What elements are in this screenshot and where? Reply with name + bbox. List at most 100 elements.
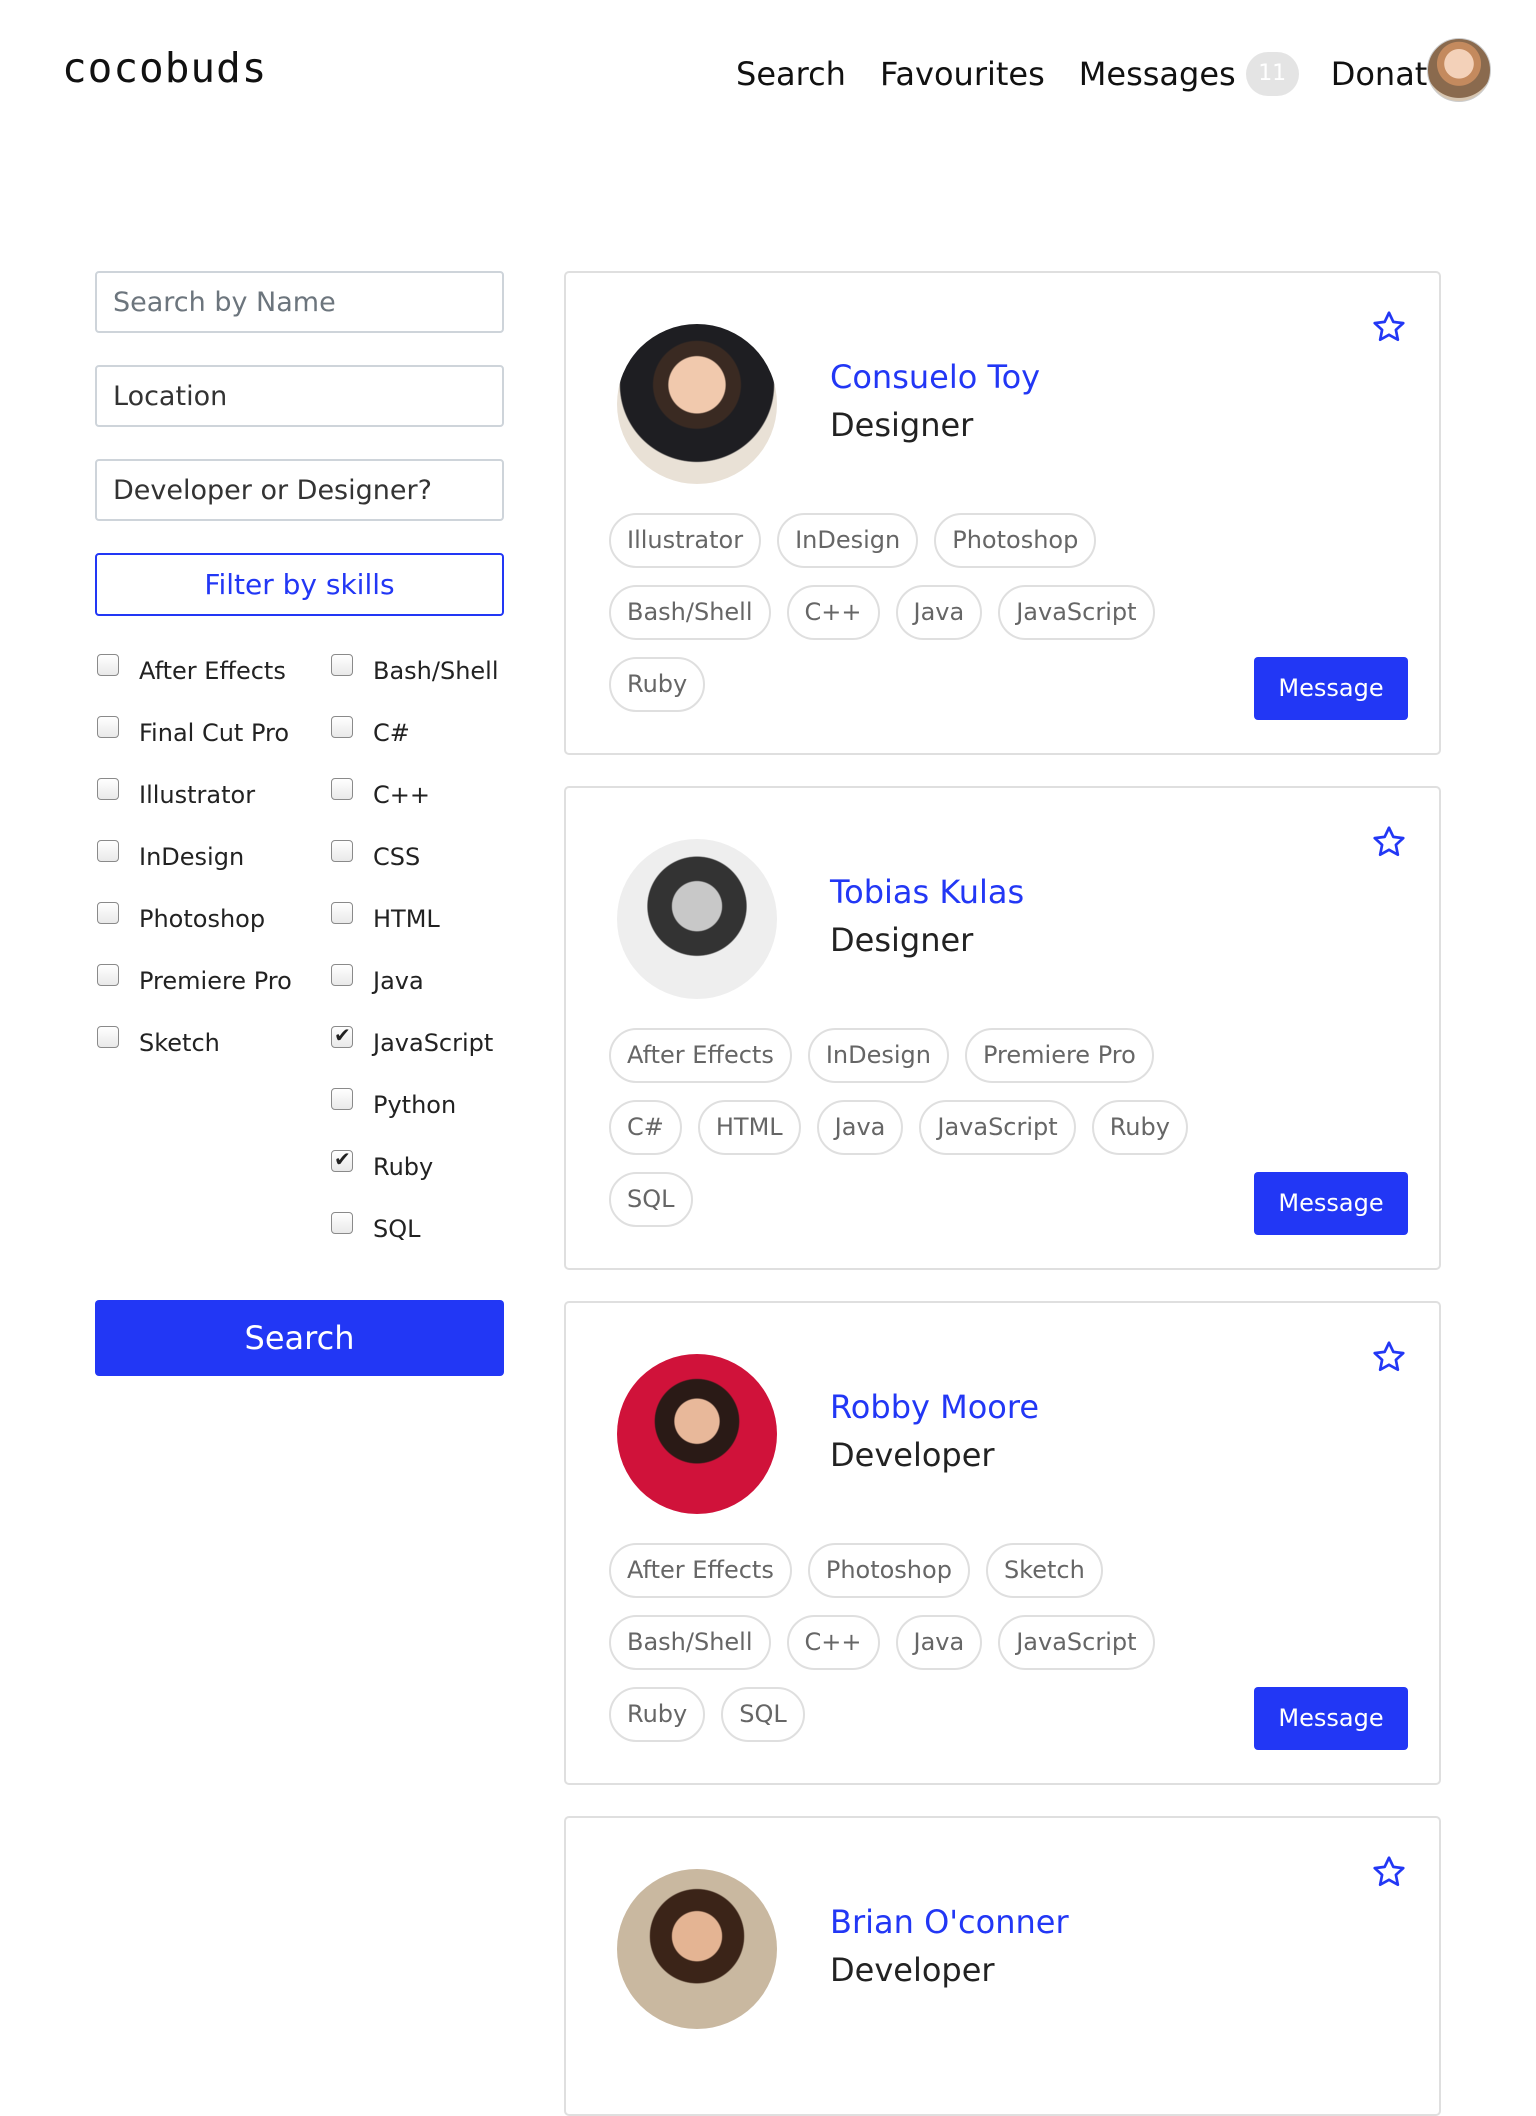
top-nav: cocobuds Search Favourites Messages 11 D… bbox=[0, 0, 1536, 150]
skill-checkbox[interactable] bbox=[331, 1212, 353, 1234]
skill-checkbox-row[interactable]: After Effects bbox=[97, 654, 292, 716]
skill-checkbox[interactable] bbox=[97, 902, 119, 924]
skill-checkbox-row[interactable]: Final Cut Pro bbox=[97, 716, 292, 778]
skill-tag: Ruby bbox=[1091, 1100, 1188, 1155]
skill-tag: C++ bbox=[786, 1615, 880, 1670]
skill-checkbox[interactable] bbox=[97, 964, 119, 986]
skill-checkbox[interactable] bbox=[331, 902, 353, 924]
skill-tag-row: Bash/Shell C++ Java JavaScript bbox=[609, 585, 1229, 657]
skill-checkbox[interactable] bbox=[331, 840, 353, 862]
skill-tag-row: Bash/Shell C++ Java JavaScript bbox=[609, 1615, 1229, 1687]
skill-tag-row: C# HTML Java JavaScript Ruby bbox=[609, 1100, 1229, 1172]
skill-checkbox-row[interactable]: Java bbox=[331, 964, 499, 1026]
favourite-star-icon[interactable] bbox=[1371, 824, 1407, 860]
skill-tag: JavaScript bbox=[998, 1615, 1155, 1670]
skill-checkbox-row[interactable]: Illustrator bbox=[97, 778, 292, 840]
skill-checkbox-row[interactable]: C# bbox=[331, 716, 499, 778]
profile-name[interactable]: Brian O'conner bbox=[830, 1903, 1069, 1941]
skill-checkbox[interactable] bbox=[331, 1147, 353, 1172]
skill-checkbox-row[interactable]: SQL bbox=[331, 1212, 499, 1274]
skill-checkbox-label: InDesign bbox=[139, 843, 245, 871]
profile-name[interactable]: Tobias Kulas bbox=[830, 873, 1024, 911]
favourite-star-icon[interactable] bbox=[1371, 309, 1407, 345]
skill-checkbox-label: Final Cut Pro bbox=[139, 719, 290, 747]
skill-checkbox-row[interactable]: JavaScript bbox=[331, 1023, 499, 1088]
skill-checkbox[interactable] bbox=[331, 964, 353, 986]
profile-avatar bbox=[617, 839, 777, 999]
skill-checkbox-label: Photoshop bbox=[139, 905, 266, 933]
skill-checkbox-label: Premiere Pro bbox=[139, 967, 292, 995]
skill-tag: Photoshop bbox=[934, 513, 1097, 568]
skill-checkbox[interactable] bbox=[331, 716, 353, 738]
profile-role: Developer bbox=[830, 1951, 995, 1989]
skill-checkbox[interactable] bbox=[97, 654, 119, 676]
filter-by-skills-button[interactable]: Filter by skills bbox=[95, 553, 504, 616]
skill-checkbox-label: CSS bbox=[373, 843, 421, 871]
profile-name[interactable]: Consuelo Toy bbox=[830, 358, 1040, 396]
logo[interactable]: cocobuds bbox=[62, 48, 267, 89]
skill-checkbox-row[interactable]: Photoshop bbox=[97, 902, 292, 964]
search-button[interactable]: Search bbox=[95, 1300, 504, 1376]
skill-checkbox-label: Ruby bbox=[373, 1153, 434, 1181]
skill-checkbox-label: Python bbox=[373, 1091, 457, 1119]
nav-favourites-link[interactable]: Favourites bbox=[880, 53, 1045, 95]
skill-tag-row: After Effects Photoshop Sketch bbox=[609, 1543, 1229, 1615]
skill-checkbox-label: HTML bbox=[373, 905, 440, 933]
skill-checkbox[interactable] bbox=[97, 716, 119, 738]
role-input[interactable] bbox=[95, 459, 504, 521]
profile-name[interactable]: Robby Moore bbox=[830, 1388, 1039, 1426]
skill-checkbox[interactable] bbox=[97, 840, 119, 862]
skill-tag: Ruby bbox=[609, 657, 706, 712]
skill-checkbox-row[interactable]: Python bbox=[331, 1088, 499, 1150]
name-search-input[interactable] bbox=[95, 271, 504, 333]
profile-role: Designer bbox=[830, 406, 974, 444]
skill-checkbox-row[interactable]: CSS bbox=[331, 840, 499, 902]
skill-checkbox[interactable] bbox=[331, 1088, 353, 1110]
skill-checkbox-row[interactable]: C++ bbox=[331, 778, 499, 840]
skill-checkbox[interactable] bbox=[97, 1026, 119, 1048]
skill-checkbox[interactable] bbox=[97, 778, 119, 800]
skill-tag: Java bbox=[816, 1100, 904, 1155]
skill-checkbox-label: Illustrator bbox=[139, 781, 256, 809]
skill-tag: Java bbox=[895, 585, 983, 640]
favourite-star-icon[interactable] bbox=[1371, 1339, 1407, 1375]
skill-tag-row: Illustrator InDesign Photoshop bbox=[609, 513, 1229, 585]
skill-tags: After Effects Photoshop Sketch Bash/Shell C+… bbox=[609, 1543, 1229, 1759]
message-button[interactable]: Message bbox=[1254, 657, 1408, 720]
message-button[interactable]: Message bbox=[1254, 1687, 1408, 1750]
skill-tag: C# bbox=[609, 1100, 682, 1155]
skill-tag: SQL bbox=[609, 1172, 693, 1227]
nav-search-link[interactable]: Search bbox=[736, 53, 846, 95]
skill-checkbox[interactable] bbox=[331, 778, 353, 800]
profile-card: Tobias Kulas Designer After Effects InDesig… bbox=[564, 786, 1441, 1270]
skill-checkbox-row[interactable]: Sketch bbox=[97, 1026, 292, 1088]
profile-card: Robby Moore Developer After Effects Photosh… bbox=[564, 1301, 1441, 1785]
skill-tag: Java bbox=[895, 1615, 983, 1670]
skill-checkbox-row[interactable]: HTML bbox=[331, 902, 499, 964]
location-input[interactable] bbox=[95, 365, 504, 427]
nav-messages-link[interactable]: Messages 11 bbox=[1079, 52, 1331, 96]
favourite-star-icon[interactable] bbox=[1371, 1854, 1407, 1890]
skill-tag-row: SQL bbox=[609, 1172, 1229, 1244]
skill-checkbox-row[interactable]: InDesign bbox=[97, 840, 292, 902]
skill-checkbox-label: Sketch bbox=[139, 1029, 220, 1057]
skill-checkbox-label: After Effects bbox=[139, 657, 286, 685]
skill-checkbox-label: Bash/Shell bbox=[373, 657, 499, 685]
skill-checkbox-label: SQL bbox=[373, 1215, 421, 1243]
profile-avatar bbox=[617, 1354, 777, 1514]
profile-avatar bbox=[617, 324, 777, 484]
skill-checkbox[interactable] bbox=[331, 654, 353, 676]
skill-checkbox-row[interactable]: Bash/Shell bbox=[331, 654, 499, 716]
skill-checkbox-row[interactable]: Premiere Pro bbox=[97, 964, 292, 1026]
skill-tags: After Effects InDesign Premiere Pro C# HTML J… bbox=[609, 1028, 1229, 1244]
skill-checkbox-row[interactable]: Ruby bbox=[331, 1147, 499, 1212]
skill-tag: Bash/Shell bbox=[609, 585, 771, 640]
message-count-badge: 11 bbox=[1245, 52, 1299, 96]
user-avatar[interactable] bbox=[1427, 38, 1491, 102]
nav-links: Search Favourites Messages 11 Donate bbox=[736, 52, 1481, 96]
skill-tag: SQL bbox=[721, 1687, 805, 1742]
message-button[interactable]: Message bbox=[1254, 1172, 1408, 1235]
skill-checkbox[interactable] bbox=[331, 1023, 353, 1048]
profile-card: Brian O'conner Developer bbox=[564, 1816, 1441, 2116]
nav-messages-label: Messages bbox=[1078, 55, 1236, 93]
